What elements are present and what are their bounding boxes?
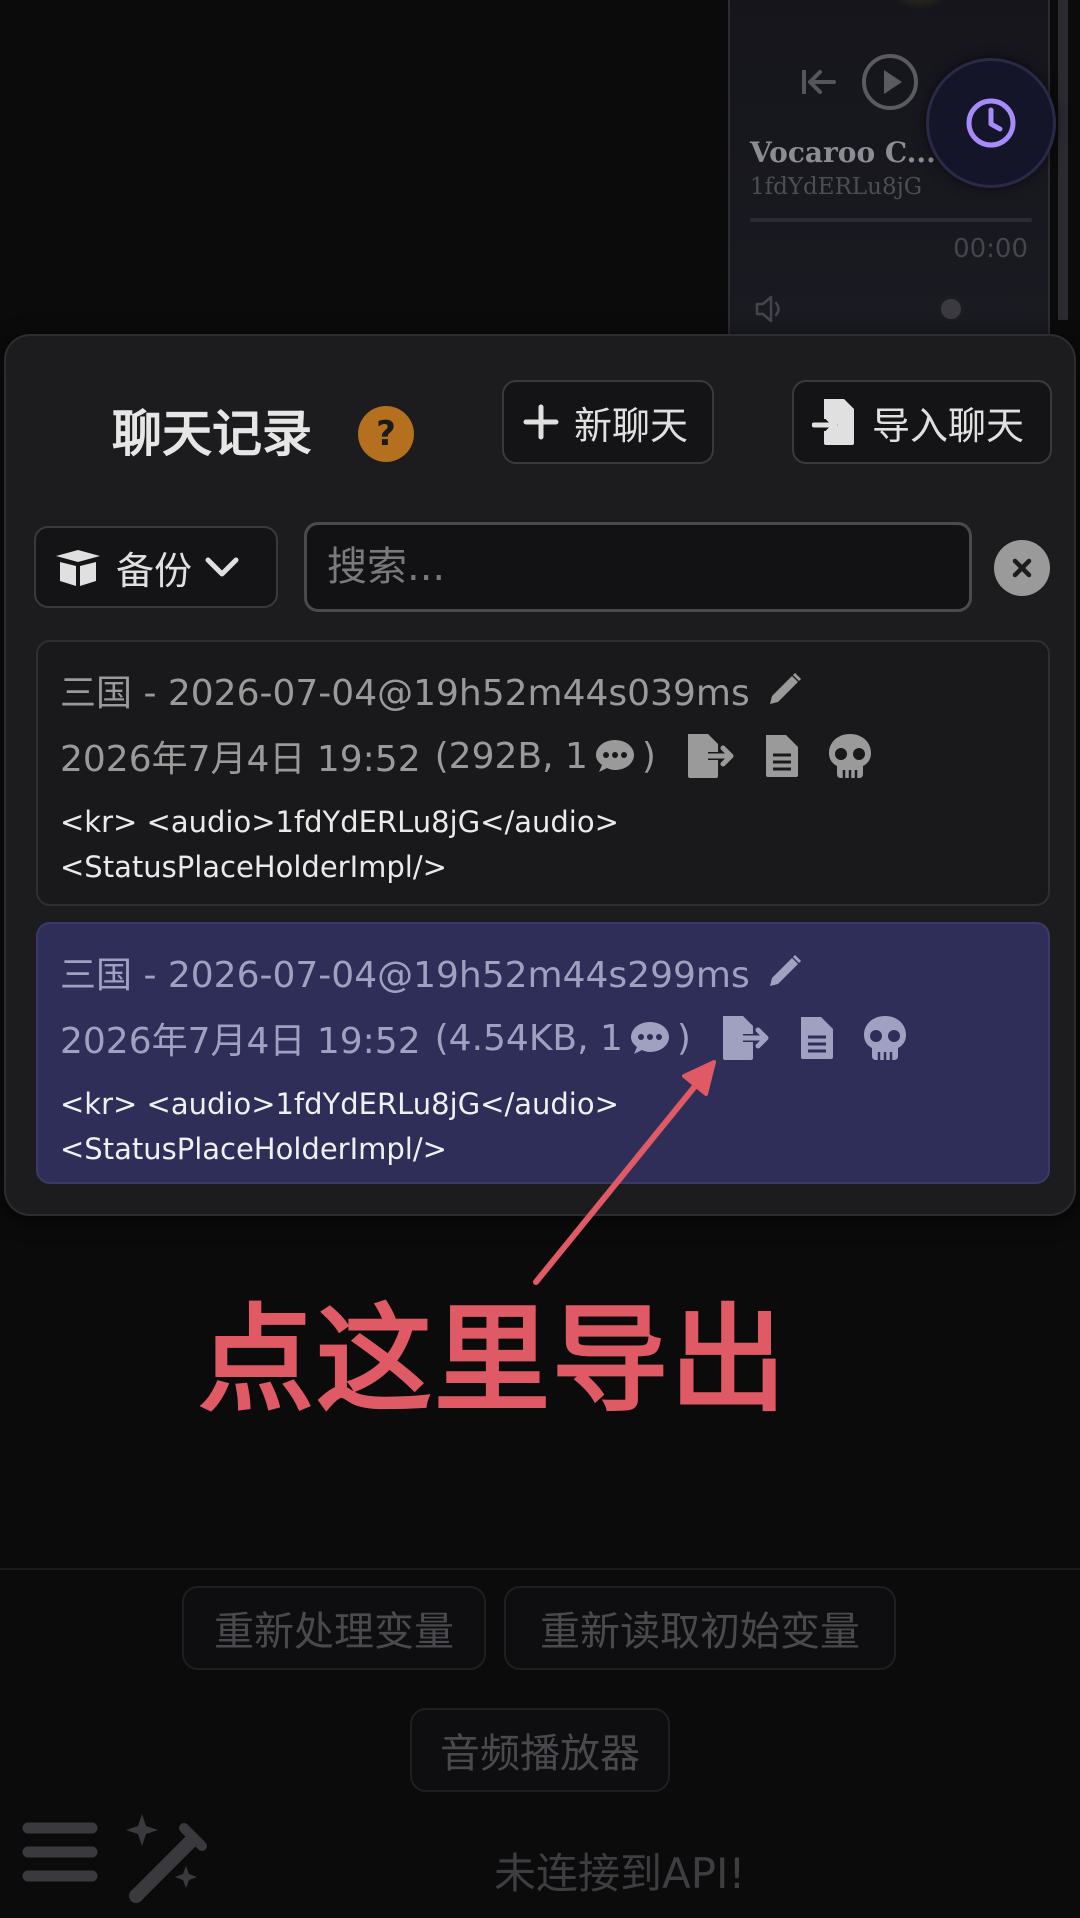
pencil-icon[interactable] <box>764 952 804 992</box>
player-cover-glow <box>890 0 950 10</box>
skip-back-icon[interactable] <box>796 60 840 104</box>
box-open-icon <box>56 550 100 586</box>
backup-dropdown[interactable]: 备份 <box>34 526 278 608</box>
chat-entry-date: 2026年7月4日 19:52 <box>60 1021 421 1062</box>
chat-entry-meta: 2026年7月4日 19:52 (292B, 1 ) <box>60 730 874 782</box>
chat-entry-date: 2026年7月4日 19:52 <box>60 739 421 780</box>
new-chat-label: 新聊天 <box>574 403 689 448</box>
help-icon[interactable]: ? <box>358 406 414 462</box>
chat-entry-meta: 2026年7月4日 19:52 (4.54KB, 1 ) <box>60 1012 909 1064</box>
new-chat-button[interactable]: 新聊天 <box>502 380 714 464</box>
skull-icon[interactable] <box>826 732 874 780</box>
annotation-text: 点这里导出 <box>198 1293 788 1428</box>
reprocess-variables-button[interactable]: 重新处理变量 <box>182 1586 486 1670</box>
player-subtitle: 1fdYdERLu8jG <box>750 174 923 200</box>
pencil-icon[interactable] <box>764 670 804 710</box>
backup-label: 备份 <box>116 548 193 593</box>
chat-entry-selected[interactable]: 三国 - 2026-07-04@19h52m44s299ms 2026年7月4日… <box>36 922 1050 1184</box>
menu-icon[interactable] <box>22 1820 98 1884</box>
chat-entry-size-close: ) <box>641 735 656 777</box>
volume-icon[interactable] <box>754 294 788 324</box>
player-progress-bar[interactable] <box>750 218 1032 222</box>
chat-entry-name: 三国 - 2026-07-04@19h52m44s039ms <box>60 664 804 716</box>
chat-entry-size-text: (292B, 1 <box>434 735 588 777</box>
chat-entry-name-text: 三国 - 2026-07-04@19h52m44s039ms <box>60 673 750 714</box>
magic-wand-icon[interactable] <box>116 1810 212 1906</box>
reload-initial-variables-button[interactable]: 重新读取初始变量 <box>504 1586 896 1670</box>
history-clock-button[interactable] <box>926 58 1056 188</box>
chat-entry-preview-line: <StatusPlaceHolderImpl/> <box>60 1132 447 1166</box>
divider <box>0 1568 1080 1570</box>
file-export-icon[interactable] <box>721 1014 773 1062</box>
chat-entry-preview: <kr> <audio>1fdYdERLu8jG</audio> <Status… <box>60 800 619 890</box>
chat-entry[interactable]: 三国 - 2026-07-04@19h52m44s039ms 2026年7月4日… <box>36 640 1050 906</box>
player-time: 00:00 <box>953 234 1028 264</box>
chat-history-panel: 聊天记录 ? 新聊天 导入聊天 备份 搜索... 三国 - 2026-07-04… <box>4 334 1076 1216</box>
chat-entry-preview-line: <kr> <audio>1fdYdERLu8jG</audio> <box>60 805 619 839</box>
chat-entry-size: (292B, 1 ) <box>435 736 656 777</box>
skull-icon[interactable] <box>861 1014 909 1062</box>
chevron-down-icon <box>205 557 239 577</box>
search-input[interactable] <box>304 522 972 612</box>
chat-entry-name-text: 三国 - 2026-07-04@19h52m44s299ms <box>60 955 750 996</box>
plus-icon <box>523 404 559 440</box>
clock-icon <box>966 98 1016 148</box>
api-status-text: 未连接到API! <box>494 1849 746 1898</box>
chat-entry-size-text: (4.54KB, 1 <box>434 1017 623 1059</box>
play-icon[interactable] <box>860 52 920 112</box>
clear-search-button[interactable] <box>994 540 1050 596</box>
chat-entry-actions <box>721 1014 909 1062</box>
comment-dots-icon <box>595 740 634 772</box>
chat-entry-preview-line: <StatusPlaceHolderImpl/> <box>60 850 447 884</box>
file-lines-icon[interactable] <box>764 733 800 779</box>
screen: Vocaroo C... 1fdYdERLu8jG 00:00 聊天记录 ? 新… <box>0 0 1080 1918</box>
file-import-icon <box>812 399 854 445</box>
chat-entry-size: (4.54KB, 1 ) <box>435 1018 691 1059</box>
import-chat-button[interactable]: 导入聊天 <box>792 380 1052 464</box>
close-icon <box>1012 558 1032 578</box>
chat-entry-preview: <kr> <audio>1fdYdERLu8jG</audio> <Status… <box>60 1082 619 1172</box>
file-export-icon[interactable] <box>686 732 738 780</box>
volume-slider-knob[interactable] <box>938 296 964 322</box>
chat-entry-preview-line: <kr> <audio>1fdYdERLu8jG</audio> <box>60 1087 619 1121</box>
audio-player-button[interactable]: 音频播放器 <box>410 1708 670 1792</box>
chat-entry-name: 三国 - 2026-07-04@19h52m44s299ms <box>60 946 804 998</box>
player-title: Vocaroo C... <box>750 136 936 169</box>
chat-entry-size-close: ) <box>676 1017 691 1059</box>
panel-title: 聊天记录 <box>112 405 312 463</box>
file-lines-icon[interactable] <box>799 1015 835 1061</box>
chat-entry-actions <box>686 732 874 780</box>
player-scrollbar[interactable] <box>1058 0 1068 320</box>
comment-dots-icon <box>630 1022 669 1054</box>
import-chat-label: 导入聊天 <box>872 403 1025 448</box>
